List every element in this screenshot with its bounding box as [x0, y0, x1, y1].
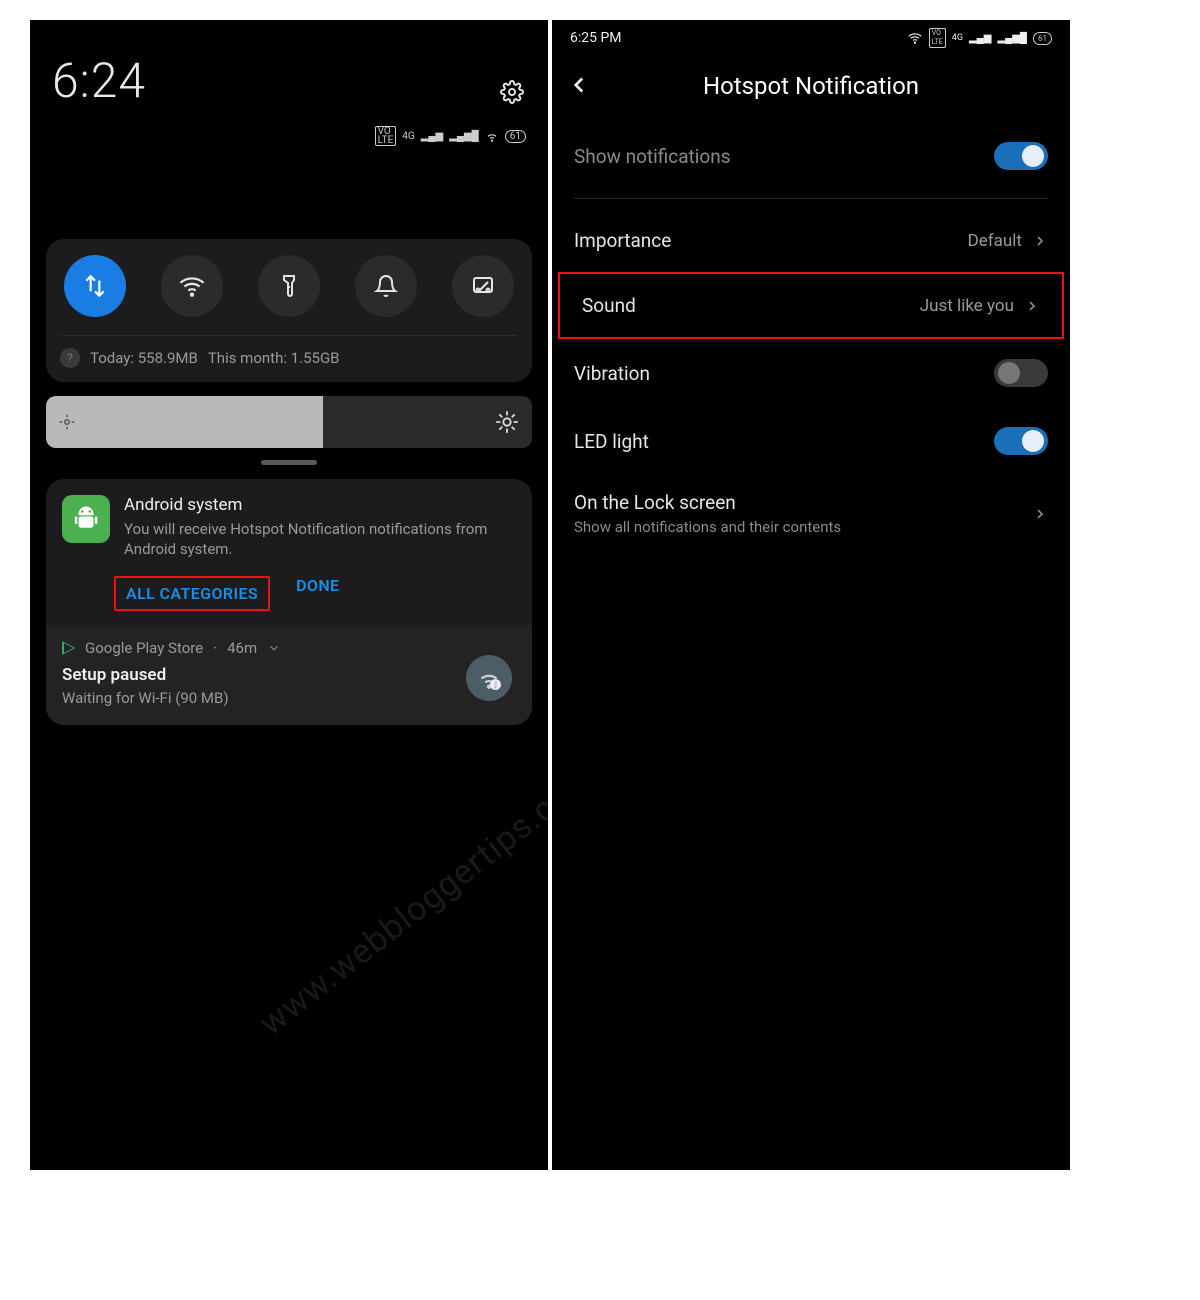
help-icon: ?	[60, 348, 80, 368]
quick-settings-panel: ? Today: 558.9MB This month: 1.55GB	[46, 239, 532, 382]
volte-badge: VOLTE	[375, 126, 397, 146]
lock-screen-label: On the Lock screen	[574, 491, 841, 514]
signal-icon: ▂▄▆	[421, 131, 443, 142]
mini-status-bar: VOLTE 4G ▂▄▆ ▂▄▆█ 61	[375, 126, 526, 146]
importance-label: Importance	[574, 229, 671, 252]
clock: 6:25 PM	[570, 30, 622, 46]
dot: ·	[213, 639, 217, 657]
wifi-toggle[interactable]	[161, 255, 223, 317]
vibration-label: Vibration	[574, 362, 650, 385]
chevron-right-icon	[1032, 233, 1048, 249]
network-4g: 4G	[952, 33, 963, 43]
sound-row[interactable]: Sound Just like you	[560, 274, 1062, 337]
page-title: Hotspot Notification	[552, 72, 1070, 100]
data-usage-row[interactable]: ? Today: 558.9MB This month: 1.55GB	[60, 336, 518, 368]
page-header: Hotspot Notification	[552, 48, 1070, 122]
lock-screen-row[interactable]: On the Lock screen Show all notification…	[552, 475, 1070, 552]
led-toggle[interactable]	[994, 427, 1048, 455]
importance-row[interactable]: Importance Default	[552, 209, 1070, 272]
led-row[interactable]: LED light	[552, 407, 1070, 475]
network-4g: 4G	[402, 131, 414, 142]
vibration-row[interactable]: Vibration	[552, 339, 1070, 407]
play-store-notification[interactable]: Google Play Store · 46m Setup paused Wai…	[46, 625, 532, 725]
right-phone-screenshot: 6:25 PM VOLTE 4G ▂▄▆ ▂▄▆█ 61 Hotspot Not…	[552, 20, 1070, 1170]
status-bar: 6:25 PM VOLTE 4G ▂▄▆ ▂▄▆█ 61	[552, 20, 1070, 48]
wifi-icon	[907, 31, 923, 45]
brightness-fill	[46, 396, 323, 448]
brightness-slider[interactable]	[46, 396, 532, 448]
signal-icon-2: ▂▄▆█	[997, 33, 1027, 44]
data-month: This month: 1.55GB	[208, 349, 340, 367]
led-label: LED light	[574, 430, 649, 453]
left-phone-screenshot: 6:24 VOLTE 4G ▂▄▆ ▂▄▆█ 61	[30, 20, 548, 1170]
signal-icon: ▂▄▆	[969, 33, 991, 44]
done-button[interactable]: DONE	[296, 576, 339, 611]
screenshot-toggle[interactable]	[452, 255, 514, 317]
signal-icon-2: ▂▄▆█	[449, 131, 479, 142]
sun-dim-icon	[58, 413, 76, 431]
mobile-data-toggle[interactable]	[64, 255, 126, 317]
notification-age: 46m	[227, 639, 257, 657]
sun-full-icon	[496, 411, 518, 433]
show-notifications-row[interactable]: Show notifications	[552, 122, 1070, 190]
battery-badge: 61	[1033, 32, 1052, 45]
separator	[574, 198, 1048, 199]
sound-row-highlight: Sound Just like you	[558, 272, 1064, 339]
notification-card[interactable]: Android system You will receive Hotspot …	[46, 479, 532, 725]
importance-value: Default	[968, 231, 1022, 251]
wifi-icon	[485, 129, 499, 143]
notification-body: You will receive Hotspot Notification no…	[124, 519, 516, 560]
sound-label: Sound	[582, 294, 636, 317]
all-categories-button[interactable]: ALL CATEGORIES	[114, 576, 270, 611]
notification-title: Android system	[124, 495, 516, 515]
watermark: www.webbloggertips.com	[252, 756, 548, 1043]
battery-badge: 61	[505, 130, 526, 143]
flashlight-toggle[interactable]	[258, 255, 320, 317]
chevron-right-icon	[1032, 506, 1048, 522]
back-button[interactable]	[566, 72, 592, 98]
clock: 6:24	[30, 20, 548, 109]
wifi-pause-icon: !	[466, 655, 512, 701]
svg-text:!: !	[494, 680, 496, 690]
android-icon	[62, 495, 110, 543]
sound-value: Just like you	[920, 296, 1014, 316]
chevron-right-icon	[1024, 298, 1040, 314]
play-store-label: Google Play Store	[85, 639, 203, 657]
gear-icon[interactable]	[500, 80, 524, 104]
vibration-toggle[interactable]	[994, 359, 1048, 387]
play-notification-sub: Waiting for Wi-Fi (90 MB)	[62, 689, 516, 707]
chevron-down-icon[interactable]	[267, 641, 281, 655]
show-notifications-toggle[interactable]	[994, 142, 1048, 170]
lock-screen-sub: Show all notifications and their content…	[574, 518, 841, 536]
play-store-icon	[62, 641, 75, 655]
data-today: Today: 558.9MB	[90, 349, 198, 367]
show-notifications-label: Show notifications	[574, 145, 731, 168]
drag-handle[interactable]	[261, 460, 317, 465]
notifications-toggle[interactable]	[355, 255, 417, 317]
volte-badge: VOLTE	[929, 28, 946, 48]
play-notification-title: Setup paused	[62, 665, 516, 685]
